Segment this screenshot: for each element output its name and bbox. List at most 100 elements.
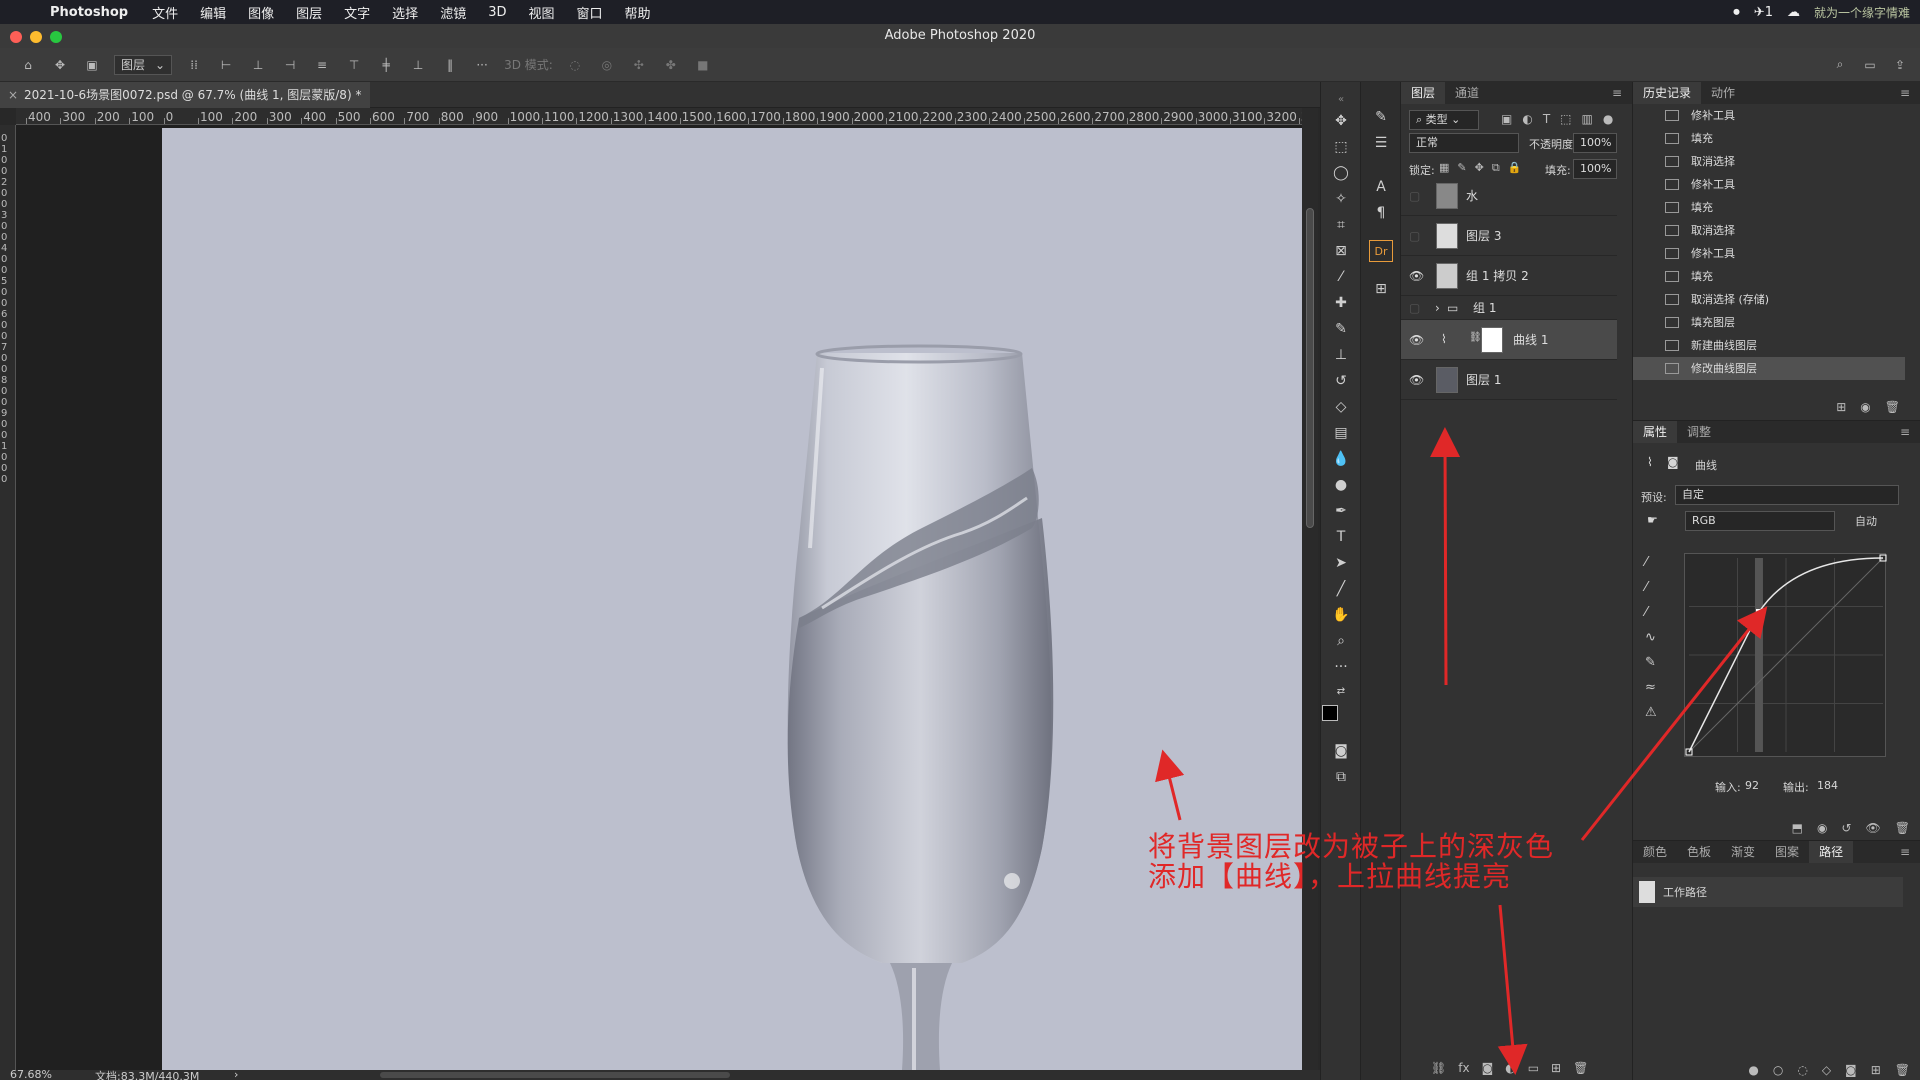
align-bottom-icon[interactable]: ⊥ (408, 56, 428, 74)
layer-mask-thumbnail[interactable] (1481, 327, 1503, 353)
snapshot-icon[interactable]: ◉ (1860, 400, 1870, 414)
reset-icon[interactable]: ↺ (1841, 821, 1851, 835)
horizontal-ruler[interactable]: 400 300 200 100 0 100 200 300 400 500 600 700 800 900… (16, 108, 1302, 125)
add-mask-icon[interactable]: ◙ (1845, 1063, 1857, 1077)
panel-menu-icon[interactable]: ≡ (1890, 841, 1920, 863)
fill-path-icon[interactable]: ● (1748, 1063, 1758, 1077)
layer-name[interactable]: 图层 3 (1466, 216, 1501, 256)
eraser-tool-icon[interactable]: ◇ (1329, 396, 1353, 418)
healing-brush-tool-icon[interactable]: ✚ (1329, 292, 1353, 314)
menu-select[interactable]: 选择 (392, 3, 418, 22)
layer-row-curves1[interactable]: 👁 ⌇ ⛓ 曲线 1 (1401, 320, 1617, 360)
visibility-off-icon[interactable]: ▢ (1409, 296, 1420, 320)
character-panel-icon[interactable]: A (1369, 176, 1393, 198)
menu-file[interactable]: 文件 (152, 3, 178, 22)
eye-icon[interactable]: 👁 (1409, 320, 1424, 360)
path-row[interactable]: 工作路径 (1633, 877, 1903, 907)
layer-comps-icon[interactable]: ⊞ (1369, 278, 1393, 300)
eye-icon[interactable]: 👁 (1409, 256, 1424, 296)
eye-icon[interactable]: 👁 (1409, 360, 1424, 400)
layer-row-water[interactable]: ▢ 水 (1401, 176, 1617, 216)
new-adjustment-icon[interactable]: ◐ (1505, 1061, 1515, 1075)
layer-name[interactable]: 图层 1 (1466, 360, 1501, 400)
lock-all-icon[interactable]: 🔒 (1508, 161, 1522, 175)
history-item[interactable]: 修补工具 (1633, 242, 1905, 265)
tab-layers[interactable]: 图层 (1401, 82, 1446, 104)
type-tool-icon[interactable]: T (1329, 526, 1353, 548)
search-icon[interactable]: ⌕ (1830, 56, 1850, 74)
fx-icon[interactable]: fx (1458, 1061, 1469, 1075)
history-item[interactable]: 取消选择 (1633, 150, 1905, 173)
foreground-color-swatch[interactable] (1322, 705, 1338, 721)
auto-button[interactable]: 自动 (1855, 513, 1877, 529)
align-right-icon[interactable]: ⊣ (280, 56, 300, 74)
hand-tool-icon[interactable]: ✋ (1329, 604, 1353, 626)
adjustment-presets-icon[interactable]: ☰ (1369, 132, 1393, 154)
close-window-button[interactable] (10, 31, 22, 43)
stroke-path-icon[interactable]: ○ (1773, 1063, 1783, 1077)
target-adjust-icon[interactable]: ☛ (1647, 513, 1658, 527)
brush-tool-icon[interactable]: ✎ (1329, 318, 1353, 340)
filter-toggle-icon[interactable]: ● (1603, 112, 1613, 126)
preset-dropdown[interactable]: 自定 (1675, 485, 1899, 505)
curves-graph[interactable] (1684, 553, 1887, 757)
zoom-tool-icon[interactable]: ⌕ (1329, 630, 1353, 652)
menu-edit[interactable]: 编辑 (200, 3, 226, 22)
plugin-icon[interactable]: Dr (1369, 240, 1393, 262)
channel-dropdown[interactable]: RGB (1685, 511, 1835, 531)
dodge-tool-icon[interactable]: ● (1329, 474, 1353, 496)
tab-patterns[interactable]: 图案 (1765, 841, 1809, 863)
gradient-tool-icon[interactable]: ▤ (1329, 422, 1353, 444)
path-name[interactable]: 工作路径 (1663, 884, 1707, 900)
clipping-warning-icon[interactable]: ⚠ (1645, 705, 1657, 720)
delete-path-icon[interactable]: 🗑 (1895, 1063, 1910, 1077)
panel-menu-icon[interactable]: ≡ (1602, 82, 1632, 104)
menu-window[interactable]: 窗口 (577, 3, 603, 22)
tab-color[interactable]: 颜色 (1633, 841, 1677, 863)
zoom-window-button[interactable] (50, 31, 62, 43)
distribute-icon[interactable]: ≡ (312, 56, 332, 74)
tab-channels[interactable]: 通道 (1445, 82, 1489, 104)
menu-filter[interactable]: 滤镜 (440, 3, 466, 22)
move-tool-icon[interactable]: ✥ (1329, 110, 1353, 132)
menu-help[interactable]: 帮助 (625, 3, 651, 22)
curves-icon[interactable]: ⌇ (1647, 455, 1653, 469)
new-layer-icon[interactable]: ⊞ (1551, 1061, 1561, 1075)
link-icon[interactable]: ⛓ (1469, 332, 1482, 343)
menu-layer[interactable]: 图层 (296, 3, 322, 22)
panel-menu-icon[interactable]: ≡ (1890, 421, 1920, 443)
minimize-window-button[interactable] (30, 31, 42, 43)
mask-icon[interactable]: ◙ (1667, 455, 1679, 469)
lock-artboard-icon[interactable]: ⧉ (1492, 161, 1500, 175)
white-point-eyedropper-icon[interactable]: ⁄ (1645, 605, 1657, 620)
more-options-icon[interactable]: ··· (472, 56, 492, 74)
notification-icon[interactable]: ✈1 (1754, 5, 1773, 20)
edit-toolbar-icon[interactable]: ··· (1329, 656, 1353, 678)
history-item[interactable]: 填充 (1633, 127, 1905, 150)
move-tool-icon[interactable]: ✥ (50, 56, 70, 74)
tab-adjustments[interactable]: 调整 (1677, 421, 1721, 443)
magic-wand-tool-icon[interactable]: ✧ (1329, 188, 1353, 210)
home-icon[interactable]: ⌂ (18, 56, 38, 74)
pen-tool-icon[interactable]: ✒ (1329, 500, 1353, 522)
document-size[interactable]: 文档:83.3M/440.3M (95, 1068, 199, 1080)
add-mask-icon[interactable]: ◙ (1482, 1061, 1494, 1075)
auto-select-dropdown[interactable]: 图层 ⌄ (114, 54, 173, 75)
document-tab[interactable]: × 2021-10-6场景图0072.psd @ 67.7% (曲线 1, 图层… (0, 82, 370, 108)
zoom-level[interactable]: 67.68% (10, 1068, 52, 1080)
history-item[interactable]: 取消选择 (存储) (1633, 288, 1905, 311)
delete-layer-icon[interactable]: 🗑 (1573, 1061, 1588, 1075)
layer-name[interactable]: 曲线 1 (1513, 320, 1548, 360)
filter-shape-icon[interactable]: ⬚ (1560, 112, 1571, 126)
frame-tool-icon[interactable]: ⊠ (1329, 240, 1353, 262)
screen-mode-icon[interactable]: ⧉ (1329, 766, 1353, 788)
auto-select-icon[interactable]: ▣ (82, 56, 102, 74)
roll-3d-icon[interactable]: ◎ (597, 56, 617, 74)
curve-point-tool-icon[interactable]: ∿ (1645, 630, 1657, 645)
layer-row-group-copy2[interactable]: 👁 组 1 拷贝 2 (1401, 256, 1617, 296)
new-path-icon[interactable]: ⊞ (1871, 1063, 1881, 1077)
workspace-icon[interactable]: ▭ (1860, 56, 1880, 74)
new-document-from-state-icon[interactable]: ⊞ (1836, 400, 1846, 414)
history-item[interactable]: 修改曲线图层 (1633, 357, 1905, 380)
align-top-icon[interactable]: ⊤ (344, 56, 364, 74)
